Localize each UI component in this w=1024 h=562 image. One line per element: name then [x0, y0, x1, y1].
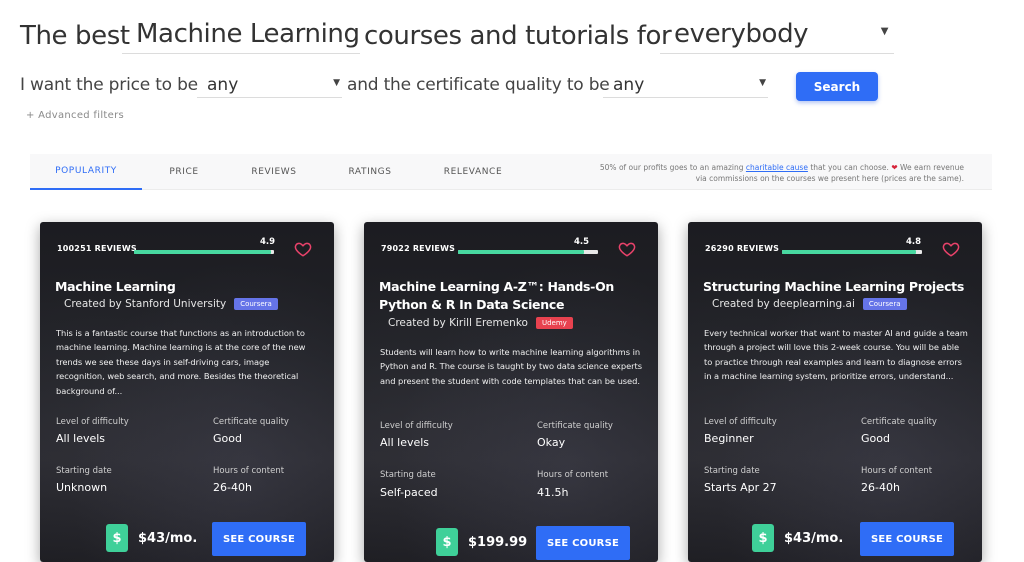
- price-block: $ $43/mo.: [752, 524, 843, 552]
- certificate-value: Good: [213, 432, 242, 445]
- heart-icon: ❤: [891, 163, 898, 172]
- favorite-heart-icon[interactable]: [618, 240, 636, 258]
- creator-name: Created by Kirill Eremenko: [388, 317, 528, 329]
- see-course-button[interactable]: SEE COURSE: [860, 522, 954, 556]
- rating-value: 4.9: [260, 237, 276, 247]
- rating-bar: [134, 250, 274, 254]
- audience-selector[interactable]: everybody ▼: [660, 14, 894, 54]
- see-course-button[interactable]: SEE COURSE: [212, 522, 306, 556]
- tab-price[interactable]: PRICE: [154, 154, 214, 190]
- certificate-value: Okay: [537, 436, 566, 449]
- hours-value: 41.5h: [537, 486, 569, 499]
- course-title[interactable]: Machine Learning: [55, 278, 318, 296]
- notice-text-line2: via commissions on the courses we presen…: [695, 174, 964, 183]
- course-description: This is a fantastic course that function…: [56, 328, 306, 396]
- platform-badge: Udemy: [535, 317, 573, 329]
- difficulty-value: Beginner: [704, 432, 754, 445]
- course-card: 79022 REVIEWS 4.5 Machine Learning A-Z™:…: [364, 222, 658, 562]
- dollar-icon: $: [436, 528, 458, 556]
- price-block: $ $199.99: [436, 528, 527, 556]
- price-select-value: any: [207, 74, 239, 95]
- dollar-icon: $: [106, 524, 128, 552]
- course-price: $43/mo.: [784, 530, 844, 546]
- price-select[interactable]: any ▼: [197, 72, 342, 98]
- course-price: $43/mo.: [138, 530, 198, 546]
- course-creator: Created by Stanford University Coursera: [64, 298, 278, 310]
- headline-middle: courses and tutorials for: [364, 21, 672, 51]
- tab-relevance[interactable]: RELEVANCE: [434, 154, 512, 190]
- advanced-filters-link[interactable]: + Advanced filters: [26, 110, 124, 121]
- caret-down-icon: ▼: [759, 78, 766, 88]
- certificate-label: Certificate quality: [861, 417, 937, 427]
- charity-notice: 50% of our profits goes to an amazing ch…: [564, 162, 964, 184]
- start-date-label: Starting date: [56, 466, 112, 476]
- start-date-label: Starting date: [380, 470, 436, 480]
- reviews-count: 79022 REVIEWS: [381, 244, 456, 253]
- rating-bar-fill: [134, 250, 272, 254]
- rating-bar-fill: [782, 250, 917, 254]
- headline-prefix: The best: [20, 21, 130, 51]
- hours-label: Hours of content: [537, 470, 609, 480]
- quality-select-value: any: [613, 74, 645, 95]
- notice-text-post: We earn revenue: [900, 163, 964, 172]
- favorite-heart-icon[interactable]: [942, 240, 960, 258]
- topic-value: Machine Learning: [136, 18, 360, 49]
- creator-name: Created by Stanford University: [64, 298, 227, 310]
- hours-label: Hours of content: [213, 466, 285, 476]
- reviews-count: 100251 REVIEWS: [57, 244, 137, 253]
- certificate-label: Certificate quality: [213, 417, 289, 427]
- start-date-value: Starts Apr 27: [704, 481, 777, 494]
- difficulty-label: Level of difficulty: [56, 417, 129, 427]
- caret-down-icon: ▼: [880, 26, 889, 37]
- certificate-label: Certificate quality: [537, 421, 613, 431]
- quality-filter-label: and the certificate quality to be: [347, 75, 610, 95]
- notice-text-pre: 50% of our profits goes to an amazing: [599, 163, 744, 172]
- caret-down-icon: ▼: [333, 78, 340, 88]
- rating-bar: [458, 250, 598, 254]
- course-description: Every technical worker that want to mast…: [704, 328, 968, 382]
- course-card: 100251 REVIEWS 4.9 Machine Learning Crea…: [40, 222, 334, 562]
- course-price: $199.99: [468, 534, 528, 550]
- platform-badge: Coursera: [234, 298, 278, 310]
- course-creator: Created by Kirill Eremenko Udemy: [388, 317, 573, 329]
- see-course-button[interactable]: SEE COURSE: [536, 526, 630, 560]
- notice-text-mid: that you can choose.: [810, 163, 889, 172]
- tab-reviews[interactable]: REVIEWS: [242, 154, 306, 190]
- tab-ratings[interactable]: RATINGS: [338, 154, 402, 190]
- start-date-value: Self-paced: [380, 486, 438, 499]
- rating-bar: [782, 250, 922, 254]
- course-description: Students will learn how to write machine…: [380, 347, 642, 386]
- difficulty-value: All levels: [380, 436, 430, 449]
- start-date-label: Starting date: [704, 466, 760, 476]
- rating-value: 4.8: [906, 237, 922, 247]
- difficulty-value: All levels: [56, 432, 106, 445]
- rating-bar-fill: [458, 250, 584, 254]
- quality-select[interactable]: any ▼: [603, 72, 768, 98]
- reviews-count: 26290 REVIEWS: [705, 244, 780, 253]
- course-card: 26290 REVIEWS 4.8 Structuring Machine Le…: [688, 222, 982, 562]
- rating-value: 4.5: [574, 237, 590, 247]
- certificate-value: Good: [861, 432, 890, 445]
- price-filter-label: I want the price to be: [20, 75, 198, 95]
- course-title[interactable]: Structuring Machine Learning Projects: [703, 278, 966, 296]
- hours-value: 26-40h: [213, 481, 252, 494]
- dollar-icon: $: [752, 524, 774, 552]
- sort-bar: POPULARITY PRICE REVIEWS RATINGS RELEVAN…: [30, 154, 992, 190]
- creator-name: Created by deeplearning.ai: [712, 298, 855, 310]
- search-button[interactable]: Search: [796, 72, 878, 101]
- difficulty-label: Level of difficulty: [380, 421, 453, 431]
- platform-badge: Coursera: [862, 298, 907, 310]
- audience-value: everybody: [674, 18, 809, 49]
- course-creator: Created by deeplearning.ai Coursera: [712, 298, 907, 310]
- tab-popularity[interactable]: POPULARITY: [30, 154, 142, 190]
- hours-label: Hours of content: [861, 466, 933, 476]
- hours-value: 26-40h: [861, 481, 900, 494]
- charitable-cause-link[interactable]: charitable cause: [746, 163, 808, 172]
- start-date-value: Unknown: [56, 481, 108, 494]
- difficulty-label: Level of difficulty: [704, 417, 777, 427]
- course-title[interactable]: Machine Learning A-Z™: Hands-On Python &…: [379, 278, 642, 314]
- favorite-heart-icon[interactable]: [294, 240, 312, 258]
- price-block: $ $43/mo.: [106, 524, 197, 552]
- topic-selector[interactable]: Machine Learning: [122, 14, 360, 54]
